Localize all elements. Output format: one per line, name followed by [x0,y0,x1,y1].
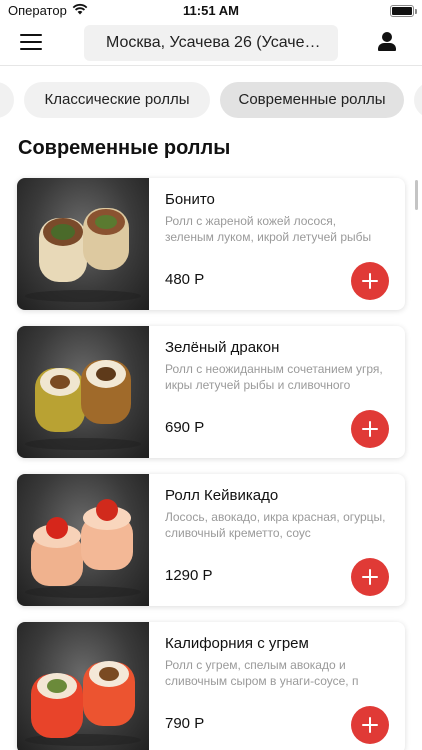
product-description: Ролл с неожиданным сочетанием угря, икры… [165,362,383,392]
product-image [17,326,149,458]
product-card[interactable]: Зелёный дракон Ролл с неожиданным сочета… [17,326,405,458]
product-name: Зелёный дракон [165,339,280,356]
product-image [17,474,149,606]
battery-icon [390,5,417,17]
product-description: Ролл с жареной кожей лосося, зеленым лук… [165,214,372,244]
add-to-cart-plus-icon[interactable] [351,262,389,300]
product-description: Лосось, авокадо, икра красная, огурцы, с… [165,510,386,540]
status-time: 11:51 AM [183,3,239,18]
product-card[interactable]: Бонито Ролл с жареной кожей лосося, зеле… [17,178,405,310]
tab-modern-rolls[interactable]: Современные роллы [220,82,404,118]
hamburger-icon[interactable] [20,34,42,52]
product-price: 480 Р [165,271,205,288]
address-selector[interactable]: Москва, Усачева 26 (Усачевский рынок) [84,25,338,61]
tab-partial-right[interactable] [414,82,422,118]
app-header: Москва, Усачева 26 (Усачевский рынок) [0,22,422,66]
product-description: Ролл с угрем, спелым авокадо и сливочным… [165,658,359,688]
product-name: Бонито [165,191,215,208]
product-list: Бонито Ролл с жареной кожей лосося, зеле… [17,178,405,750]
product-image [17,178,149,310]
status-bar: Оператор 11:51 AM [0,0,422,22]
user-icon[interactable] [378,32,396,52]
product-card[interactable]: Ролл Кейвикадо Лосось, авокадо, икра кра… [17,474,405,606]
product-price: 690 Р [165,419,205,436]
add-to-cart-plus-icon[interactable] [351,706,389,744]
add-to-cart-plus-icon[interactable] [351,558,389,596]
section-title: Современные роллы [18,137,231,159]
product-card[interactable]: Калифорния с угрем Ролл с угрем, спелым … [17,622,405,750]
tab-partial-left[interactable] [0,82,14,118]
product-image [17,622,149,750]
category-tabs: Классические роллы Современные роллы [0,82,422,118]
add-to-cart-plus-icon[interactable] [351,410,389,448]
product-price: 1290 Р [165,567,213,584]
scrollbar[interactable] [415,180,418,210]
product-name: Калифорния с угрем [165,635,309,652]
product-name: Ролл Кейвикадо [165,487,279,504]
product-price: 790 Р [165,715,205,732]
tab-classic-rolls[interactable]: Классические роллы [24,82,210,118]
